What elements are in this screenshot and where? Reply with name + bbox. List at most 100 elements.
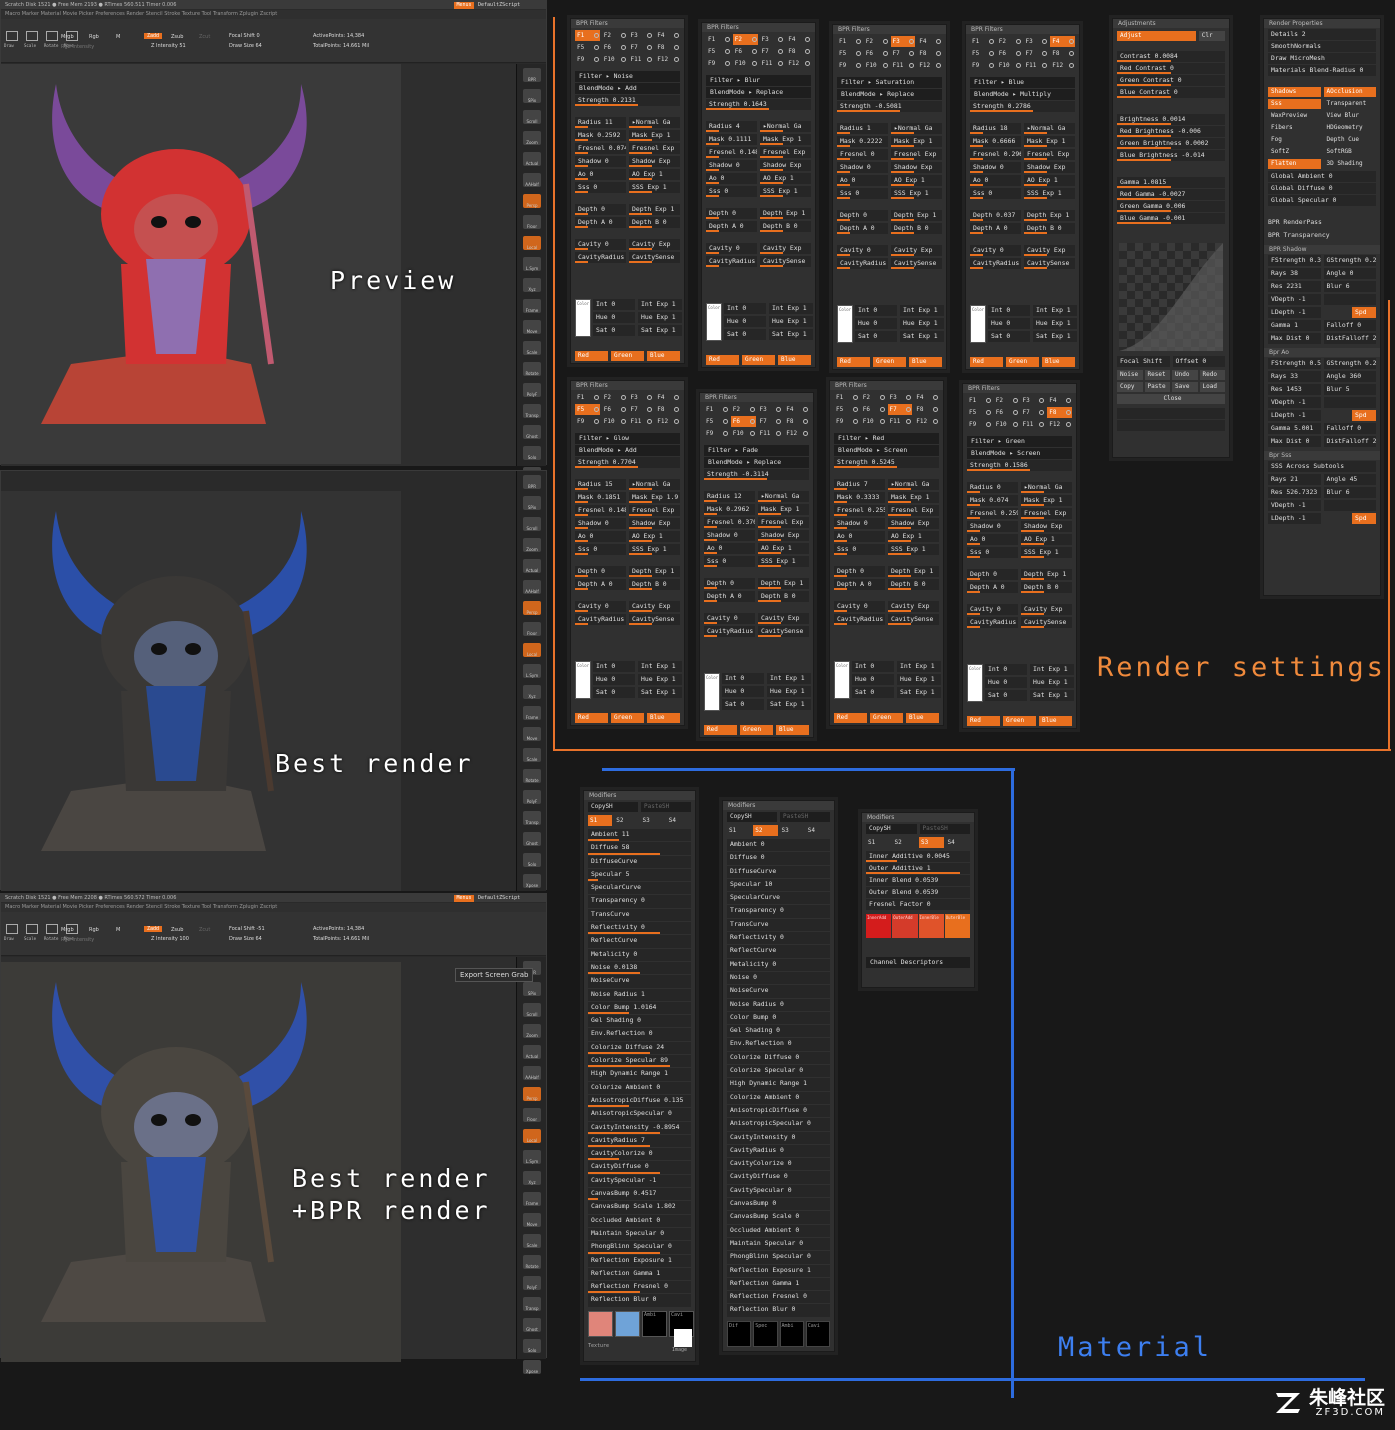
color-param-slider[interactable]: Hue Exp 1 [638,674,682,685]
tool-rotate-button[interactable]: Rotate [44,29,60,51]
param-slider[interactable]: CavityRadius [575,614,626,625]
param-slider[interactable]: CavityRadius [704,626,755,637]
param-slider[interactable]: Falloff 0 [1323,320,1376,331]
curve-slider[interactable] [1117,408,1225,419]
param-slider[interactable]: Ao 0 [575,169,626,180]
tray-zoom-button[interactable]: Zoom [523,538,541,552]
modifier-slider[interactable]: AnisotropicDiffuse 0 [727,1104,830,1118]
tray-rotate-button[interactable]: Rotate [523,769,541,783]
adjust-slider[interactable]: Gamma 1.0815 [1117,177,1225,188]
enable-toggle-icon[interactable] [751,49,757,54]
color-param-slider[interactable]: Hue 0 [852,674,894,685]
enable-toggle-icon[interactable] [1066,422,1071,427]
param-slider[interactable]: Sss 0 [575,544,626,555]
param-slider[interactable]: Shadow 0 [575,156,626,167]
color-swatch[interactable]: Color [967,664,983,702]
paste-sh-button[interactable]: PasteSH [780,812,830,822]
tool-draw-button[interactable]: Draw [4,29,20,51]
strength-slider[interactable]: Strength 0.5245 [834,457,939,468]
tray-transp-button[interactable]: Transp [523,811,541,825]
param-slider[interactable]: CavitySense [888,614,939,625]
param-slider[interactable]: Fresnel 0 [837,149,888,160]
red-channel-button[interactable]: Red [967,716,1000,726]
enable-toggle-icon[interactable] [674,33,679,38]
param-slider[interactable]: Mask 0.3333 [834,492,885,503]
modifier-slider[interactable]: CanvasBump 0.4517 [588,1188,691,1201]
filter-slot-f1[interactable]: F1 [575,392,600,403]
param-slider[interactable]: Radius 4 [706,121,757,132]
param-slider[interactable]: Depth 0 [967,569,1018,580]
shader-slot-s3[interactable]: S3 [919,837,944,848]
param-slider[interactable]: ▸Normal Ga [629,117,680,128]
param-slider[interactable]: Depth 0 [575,204,626,215]
tray-xyz-button[interactable]: Xyz [523,278,541,292]
tool-draw-button[interactable]: Draw [4,922,20,944]
param-slider[interactable]: Cavity Exp [1021,604,1072,615]
modifier-slider[interactable]: Fresnel Factor 0 [866,899,970,910]
filter-slot-f7[interactable]: F7 [1024,48,1049,59]
draw-size-slider[interactable]: Draw Size 64 [229,936,262,942]
shader-slot-s1[interactable]: S1 [588,815,613,826]
enable-toggle-icon[interactable] [805,37,810,42]
filter-slot-f11[interactable]: F11 [629,54,654,65]
filter-slot-f2[interactable]: F2 [861,392,886,403]
filter-slot-f12[interactable]: F12 [1047,419,1072,430]
enable-toggle-icon[interactable] [647,33,653,38]
adjust-slider[interactable]: Brightness 0.0014 [1117,114,1225,125]
param-slider[interactable]: Fresnel Exp [629,505,680,516]
blend-mode-select[interactable]: BlendMode ▸ Replace [706,87,811,98]
blue-channel-button[interactable]: Blue [647,351,680,361]
zcut-button[interactable]: Zcut [199,927,210,933]
tray-persp-button[interactable]: Persp [523,194,541,208]
enable-toggle-icon[interactable] [778,37,784,42]
tray-spix-button[interactable]: SPix [523,982,541,996]
filter-slot-f10[interactable]: F10 [864,60,889,71]
filter-slot-f2[interactable]: F2 [994,395,1019,406]
global-slider[interactable]: Global Ambient 0 [1268,171,1376,182]
filter-type-select[interactable]: Filter ▸ Blue [970,77,1075,88]
enable-toggle-icon[interactable] [647,407,653,412]
color-param-slider[interactable]: Sat 0 [724,329,766,340]
filter-slot-f5[interactable]: F5 [706,46,731,57]
enable-toggle-icon[interactable] [620,407,626,412]
filter-slot-f7[interactable]: F7 [629,404,654,415]
enable-toggle-icon[interactable] [1012,422,1018,427]
filter-slot-f5[interactable]: F5 [834,404,859,415]
render-prop-slider[interactable]: SmoothNormals [1268,41,1376,52]
channel-swatch[interactable]: InnerAdd [866,914,892,938]
modifier-slider[interactable]: CavityColorize 0 [588,1148,691,1161]
shader-slot-s3[interactable]: S3 [780,825,804,836]
param-slider[interactable]: Depth Exp 1 [888,566,939,577]
enable-toggle-icon[interactable] [1012,410,1018,415]
param-slider[interactable]: Depth Exp 1 [891,210,942,221]
filter-slot-f2[interactable]: F2 [864,36,889,47]
param-slider[interactable]: Cavity 0 [706,243,757,254]
filter-slot-f11[interactable]: F11 [758,428,783,439]
filter-slot-f2[interactable]: F2 [731,404,756,415]
modifier-slider[interactable]: High Dynamic Range 1 [588,1068,691,1081]
param-slider[interactable]: Fresnel 0.148 [706,147,757,158]
enable-toggle-icon[interactable] [778,49,784,54]
color-param-slider[interactable]: Int 0 [985,664,1027,675]
red-channel-button[interactable]: Red [706,355,739,365]
color-param-slider[interactable]: Hue 0 [593,674,635,685]
blue-channel-button[interactable]: Blue [906,713,939,723]
modifier-slider[interactable]: Reflection Gamma 1 [588,1267,691,1281]
param-slider[interactable]: Fresnel Exp [1021,508,1072,519]
param-slider[interactable]: Depth Exp 1 [629,566,680,577]
param-slider[interactable]: SSS Exp 1 [758,556,809,567]
tray-ghost-button[interactable]: Ghost [523,832,541,846]
param-slider[interactable]: Mask Exp 1 [1024,136,1075,147]
filter-slot-f9[interactable]: F9 [575,54,600,65]
param-slider[interactable]: Res 1453 [1268,384,1321,395]
enable-toggle-icon[interactable] [749,431,755,436]
filter-slot-f3[interactable]: F3 [629,30,654,41]
param-slider[interactable]: Cavity 0 [834,601,885,612]
param-slider[interactable]: Rays 33 [1268,371,1321,382]
modifier-slider[interactable]: DiffuseCurve [727,865,830,878]
export-screen-grab-button[interactable]: Export Screen Grab [455,968,534,982]
rgb-intensity[interactable]: Rgb Intensity [61,937,94,943]
shader-slot-s2[interactable]: S2 [753,825,778,836]
param-slider[interactable]: Shadow Exp [629,518,680,529]
param-slider[interactable]: Depth 0 [704,578,755,589]
